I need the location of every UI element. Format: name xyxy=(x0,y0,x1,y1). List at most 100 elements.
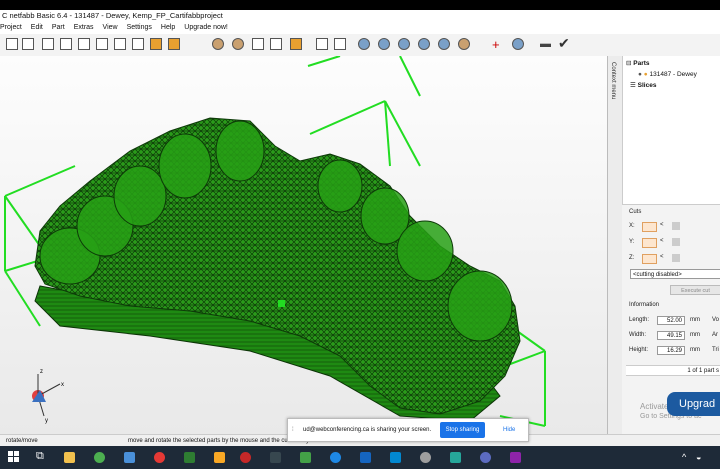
stop-sharing-button[interactable]: Stop sharing xyxy=(440,422,485,438)
axis-x-label: x xyxy=(61,382,64,388)
menu-edit[interactable]: Edit xyxy=(31,22,43,34)
color-part-icon[interactable] xyxy=(458,38,470,50)
height-label: Height: xyxy=(629,347,649,353)
add-part-icon[interactable]: + xyxy=(492,37,500,52)
zoom-in-icon[interactable] xyxy=(212,38,224,50)
toolbar: + ▬ ✔ xyxy=(0,34,720,57)
cut-x-symbol: < xyxy=(660,222,664,228)
view-left-icon[interactable] xyxy=(78,38,90,50)
measure-icon[interactable] xyxy=(334,38,346,50)
information-title: Information xyxy=(629,302,660,308)
cut-x-slider[interactable] xyxy=(672,222,680,230)
opera-icon[interactable] xyxy=(154,452,165,463)
menu-project[interactable]: Project xyxy=(0,22,22,34)
length-value: 52.00 xyxy=(657,316,685,325)
zoom-selection-icon[interactable] xyxy=(232,38,244,50)
share-message: ud@webconferencing.ca is sharing your sc… xyxy=(303,427,432,433)
minus-icon[interactable]: ▬ xyxy=(540,38,551,50)
mirror-part-icon[interactable] xyxy=(418,38,430,50)
menu-settings[interactable]: Settings xyxy=(127,22,152,34)
edge-icon[interactable] xyxy=(330,452,341,463)
height-value: 16.29 xyxy=(657,346,685,355)
app-icon-purple[interactable] xyxy=(510,452,521,463)
screen-share-bar: ⁞ ud@webconferencing.ca is sharing your … xyxy=(287,418,529,442)
view-iso-icon[interactable] xyxy=(150,38,162,50)
chrome-icon[interactable] xyxy=(94,452,105,463)
app-icon-indigo[interactable] xyxy=(480,452,491,463)
netfabb-taskbar-icon[interactable] xyxy=(300,452,311,463)
new-project-icon[interactable] xyxy=(6,38,18,50)
axis-y-label: y xyxy=(45,418,48,424)
store-icon[interactable] xyxy=(124,452,135,463)
top-black-border xyxy=(0,0,720,10)
open-project-icon[interactable] xyxy=(22,38,34,50)
move-part-icon[interactable] xyxy=(358,38,370,50)
taskbar: ⧉ ^ ◒ xyxy=(0,446,720,469)
menu-help[interactable]: Help xyxy=(161,22,175,34)
view-top-icon[interactable] xyxy=(114,38,126,50)
width-unit: mm xyxy=(690,332,700,338)
height-unit: mm xyxy=(690,347,700,353)
menu-extras[interactable]: Extras xyxy=(74,22,94,34)
tree-slices[interactable]: ☰ Slices xyxy=(626,80,697,91)
app-icon-teal[interactable] xyxy=(450,452,461,463)
excel-icon[interactable] xyxy=(184,452,195,463)
outlook-icon[interactable] xyxy=(390,452,401,463)
view-back-icon[interactable] xyxy=(60,38,72,50)
cut-z-toggle[interactable] xyxy=(642,254,657,264)
execute-cut-button[interactable]: Execute cut xyxy=(670,285,720,295)
menu-upgrade[interactable]: Upgrade now! xyxy=(184,22,228,34)
view-right-icon[interactable] xyxy=(96,38,108,50)
model-render: x z y xyxy=(4,56,546,427)
cut-x-label: X: xyxy=(629,223,635,229)
context-menu-tab[interactable]: Context menu xyxy=(608,56,623,434)
tree-parts-root[interactable]: ⊟ Parts xyxy=(626,58,697,69)
orientation-gizmo: x z y xyxy=(32,369,64,424)
zoom-all-icon[interactable] xyxy=(270,38,282,50)
3d-viewport[interactable]: x z y xyxy=(0,56,607,434)
zoom-fit-icon[interactable] xyxy=(252,38,264,50)
width-value: 49.15 xyxy=(657,331,685,340)
share-grip-icon: ⁞ xyxy=(292,427,294,433)
terminal-icon[interactable] xyxy=(270,452,281,463)
cut-z-slider[interactable] xyxy=(672,254,680,262)
select-cursor-icon[interactable] xyxy=(316,38,328,50)
cut-mode-dropdown[interactable]: <cutting disabled> xyxy=(630,269,720,279)
menu-view[interactable]: View xyxy=(103,22,118,34)
hide-share-button[interactable]: Hide xyxy=(503,419,515,441)
tray-network-icon[interactable]: ◒ xyxy=(696,452,701,462)
view-front-icon[interactable] xyxy=(42,38,54,50)
task-view-icon[interactable]: ⧉ xyxy=(36,450,44,463)
width-label: Width: xyxy=(629,332,647,338)
view-bottom-icon[interactable] xyxy=(132,38,144,50)
bbox-handle xyxy=(278,300,285,307)
scale-part-icon[interactable] xyxy=(398,38,410,50)
app-icon-gray[interactable] xyxy=(420,452,431,463)
length-label: Length: xyxy=(629,317,650,323)
tray-arrow-icon[interactable]: ^ xyxy=(682,452,686,462)
window-title: C netfabb Basic 6.4 - 131487 - Dewey, Ke… xyxy=(0,10,720,22)
cut-y-slider[interactable] xyxy=(672,238,680,246)
checkmark-icon[interactable]: ✔ xyxy=(558,35,570,52)
dropbox-icon[interactable] xyxy=(360,452,371,463)
right-panel: Context menu ⊟ Parts ● ● 131487 - Dewey … xyxy=(607,56,720,435)
record-icon[interactable] xyxy=(240,452,251,463)
upgrade-banner[interactable]: Upgrad xyxy=(667,392,720,416)
menu-bar: Project Edit Part Extras View Settings H… xyxy=(0,22,720,34)
cut-x-toggle[interactable] xyxy=(642,222,657,232)
parts-count: 1 of 1 part s xyxy=(626,365,720,376)
repair-part-icon[interactable] xyxy=(438,38,450,50)
search-zoom-icon[interactable] xyxy=(290,38,302,50)
menu-part[interactable]: Part xyxy=(52,22,65,34)
view-iso2-icon[interactable] xyxy=(168,38,180,50)
rotate-part-icon[interactable] xyxy=(378,38,390,50)
cut-y-toggle[interactable] xyxy=(642,238,657,248)
settings-dropdown-icon[interactable] xyxy=(512,38,524,50)
cut-y-symbol: < xyxy=(660,238,664,244)
volume-label: Vo xyxy=(712,317,720,323)
tree-part-item[interactable]: ● ● 131487 - Dewey xyxy=(626,69,697,80)
length-unit: mm xyxy=(690,317,700,323)
windows-start-icon[interactable] xyxy=(8,451,20,463)
file-explorer-icon[interactable] xyxy=(64,452,75,463)
pinned-app-icon[interactable] xyxy=(214,452,225,463)
